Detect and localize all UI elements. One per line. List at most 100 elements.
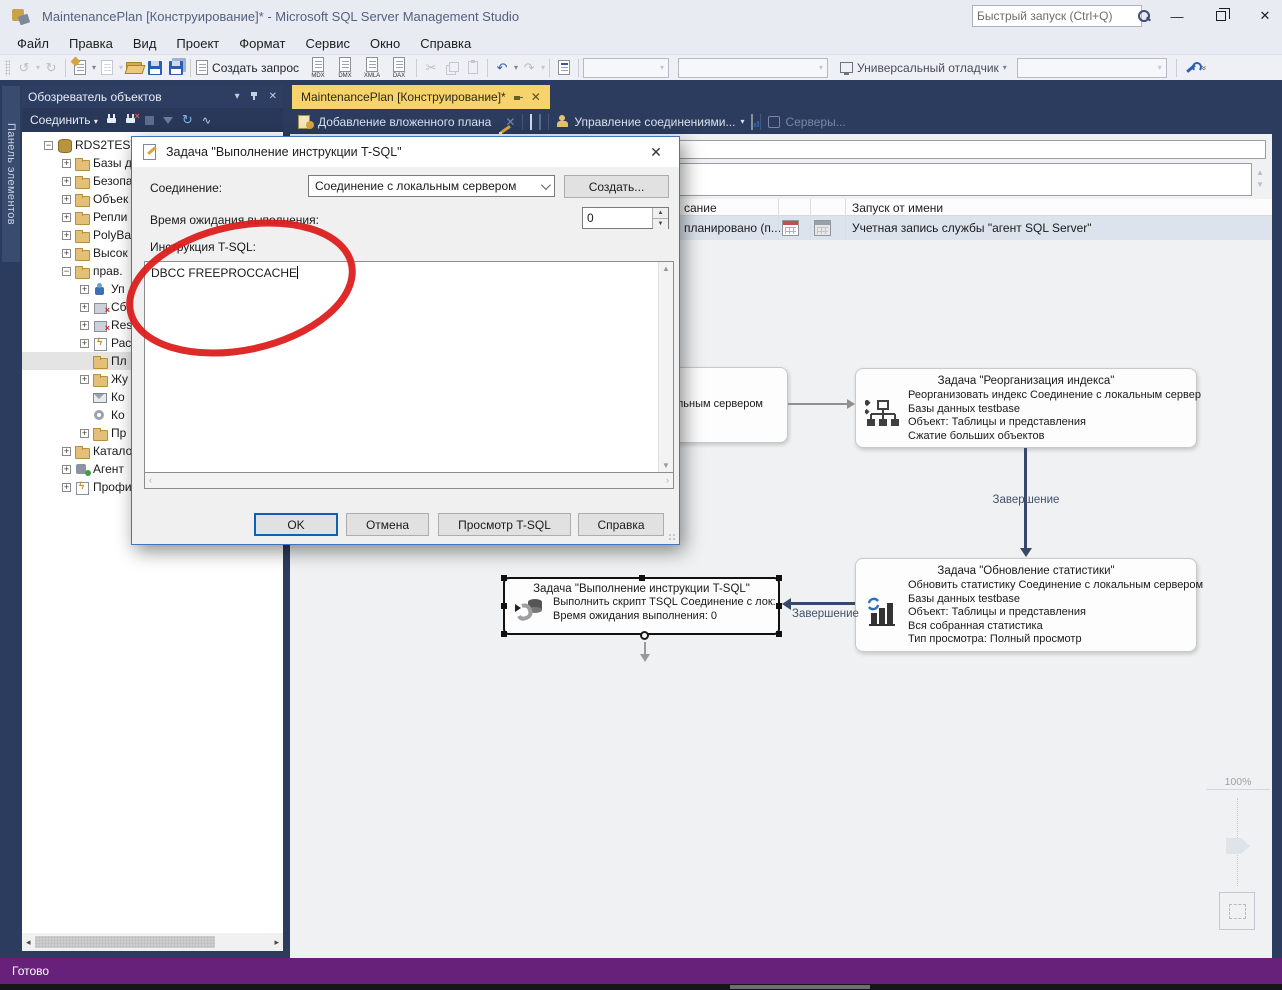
expand-icon[interactable]: +: [80, 339, 89, 348]
pin-icon[interactable]: [514, 93, 523, 102]
selection-handle[interactable]: [639, 575, 645, 581]
precedence-arrow[interactable]: [788, 403, 848, 405]
close-panel-icon[interactable]: ✕: [269, 91, 277, 102]
toolbar-combo-3[interactable]: ▾: [1017, 58, 1167, 78]
chevron-down-icon[interactable]: ▾: [514, 63, 518, 72]
cancel-button[interactable]: Отмена: [346, 513, 429, 536]
textarea-hscrollbar[interactable]: ‹ ›: [144, 473, 674, 489]
toolbar-combo-2[interactable]: ▾: [678, 58, 828, 78]
selection-handle[interactable]: [501, 575, 507, 581]
activity-monitor-icon[interactable]: ∿: [202, 114, 211, 127]
selection-handle[interactable]: [501, 631, 507, 637]
expand-icon[interactable]: +: [62, 447, 71, 456]
save-all-button[interactable]: [166, 57, 186, 79]
expand-icon[interactable]: +: [80, 429, 89, 438]
refresh-icon[interactable]: ↻: [182, 112, 193, 128]
object-explorer-hscrollbar[interactable]: ◂ ▸: [22, 933, 283, 951]
expand-icon[interactable]: +: [62, 159, 71, 168]
menu-item[interactable]: Справка: [411, 34, 480, 53]
selection-handle[interactable]: [501, 603, 507, 609]
dax-query-button[interactable]: DAX: [386, 56, 412, 80]
ok-button[interactable]: OK: [254, 513, 338, 536]
scrollbar-thumb[interactable]: [35, 936, 215, 948]
mdx-query-button[interactable]: MDX: [305, 56, 331, 80]
expand-icon[interactable]: +: [80, 303, 89, 312]
connector-dot[interactable]: [640, 631, 649, 640]
toolbar-combo-1[interactable]: ▾: [583, 58, 669, 78]
add-item-button[interactable]: [97, 57, 117, 79]
scroll-up-icon[interactable]: ▲: [659, 264, 673, 273]
connect-dropdown[interactable]: Соединить ▾: [30, 113, 98, 127]
chevron-down-icon[interactable]: ▾: [541, 63, 545, 72]
restore-button[interactable]: [1212, 9, 1230, 24]
scroll-right-icon[interactable]: ›: [666, 475, 669, 485]
completion-arrow[interactable]: [791, 602, 855, 605]
zoom-slider-handle[interactable]: [1226, 838, 1250, 854]
filter-icon[interactable]: [163, 117, 173, 124]
schedule-calendar-icon[interactable]: [782, 220, 799, 236]
paste-icon[interactable]: [463, 57, 483, 79]
new-connection-button[interactable]: Создать...: [564, 175, 669, 198]
expand-icon[interactable]: +: [80, 285, 89, 294]
subplan-schedule-button[interactable]: [530, 115, 532, 129]
document-tab[interactable]: MaintenancePlan [Конструирование]* ✕: [292, 85, 550, 109]
dmx-query-button[interactable]: DMX: [332, 56, 358, 80]
chevron-down-icon[interactable]: ▾: [36, 63, 40, 72]
spin-down-icon[interactable]: ▼: [653, 219, 668, 229]
quick-launch-input[interactable]: [973, 9, 1136, 23]
menu-item[interactable]: Вид: [124, 34, 166, 53]
redo-button[interactable]: ↷: [519, 57, 539, 79]
spin-up-icon[interactable]: ▲: [653, 208, 668, 219]
minimize-button[interactable]: —: [1168, 9, 1186, 24]
selection-handle[interactable]: [776, 575, 782, 581]
expand-icon[interactable]: +: [62, 231, 71, 240]
selection-handle[interactable]: [776, 631, 782, 637]
navigate-forward-icon[interactable]: ↻: [41, 57, 61, 79]
timeout-spinner[interactable]: 0 ▲▼: [582, 207, 669, 229]
task-card-execute-tsql[interactable]: Задача "Выполнение инструкции T-SQL" Вып…: [503, 577, 780, 635]
quick-launch-box[interactable]: [972, 5, 1142, 27]
dialog-close-icon[interactable]: ✕: [643, 144, 669, 161]
expand-icon[interactable]: +: [62, 249, 71, 258]
task-card-update-statistics[interactable]: Задача "Обновление статистики" Обновить …: [855, 558, 1197, 652]
expand-icon[interactable]: +: [62, 195, 71, 204]
scroll-down-icon[interactable]: ▼: [659, 461, 673, 470]
connection-select[interactable]: Соединение с локальным сервером: [308, 175, 555, 197]
menu-item[interactable]: Файл: [8, 34, 58, 53]
pin-icon[interactable]: [250, 91, 259, 103]
menu-item[interactable]: Формат: [230, 34, 294, 53]
add-subplan-button[interactable]: Добавление вложенного плана: [298, 115, 491, 129]
cut-icon[interactable]: ✂: [421, 57, 441, 79]
chevron-down-icon[interactable]: ▾: [92, 63, 96, 72]
undo-button[interactable]: ↶: [492, 57, 512, 79]
scroll-right-icon[interactable]: ▸: [274, 937, 279, 948]
task-card-reorganize-index[interactable]: Задача "Реорганизация индекса" Реорганиз…: [855, 368, 1197, 448]
collapse-icon[interactable]: −: [44, 141, 53, 150]
expand-icon[interactable]: +: [62, 483, 71, 492]
copy-icon[interactable]: [442, 57, 462, 79]
selection-handle[interactable]: [776, 603, 782, 609]
new-file-button[interactable]: [70, 57, 90, 79]
menu-item[interactable]: Правка: [60, 34, 122, 53]
tsql-statement-textarea[interactable]: DBCC FREEPROCCACHE ▲ ▼: [144, 261, 674, 473]
xmla-query-button[interactable]: XMLA: [359, 56, 385, 80]
textarea-vscrollbar[interactable]: ▲ ▼: [658, 262, 673, 472]
manage-connections-button[interactable]: Управление соединениями... ▾: [556, 115, 744, 129]
help-button[interactable]: Справка: [578, 513, 664, 536]
chevron-down-icon[interactable]: ▾: [119, 63, 123, 72]
toolbar-overflow-icon[interactable]: »: [1199, 65, 1209, 70]
properties-window-button[interactable]: [554, 57, 574, 79]
expand-icon[interactable]: +: [62, 177, 71, 186]
wrench-icon[interactable]: [1181, 57, 1201, 79]
menu-item[interactable]: Сервис: [296, 34, 359, 53]
save-button[interactable]: [145, 57, 165, 79]
view-tsql-button[interactable]: Просмотр T-SQL: [438, 513, 571, 536]
scroll-left-icon[interactable]: ‹: [149, 475, 152, 485]
expand-icon[interactable]: +: [80, 375, 89, 384]
expand-icon[interactable]: +: [80, 321, 89, 330]
universal-debugger-button[interactable]: Универсальный отладчик▾: [839, 57, 1008, 79]
window-position-icon[interactable]: ▾: [235, 91, 240, 102]
expand-icon[interactable]: +: [62, 213, 71, 222]
scroll-left-icon[interactable]: ◂: [26, 937, 31, 948]
expand-icon[interactable]: +: [62, 465, 71, 474]
